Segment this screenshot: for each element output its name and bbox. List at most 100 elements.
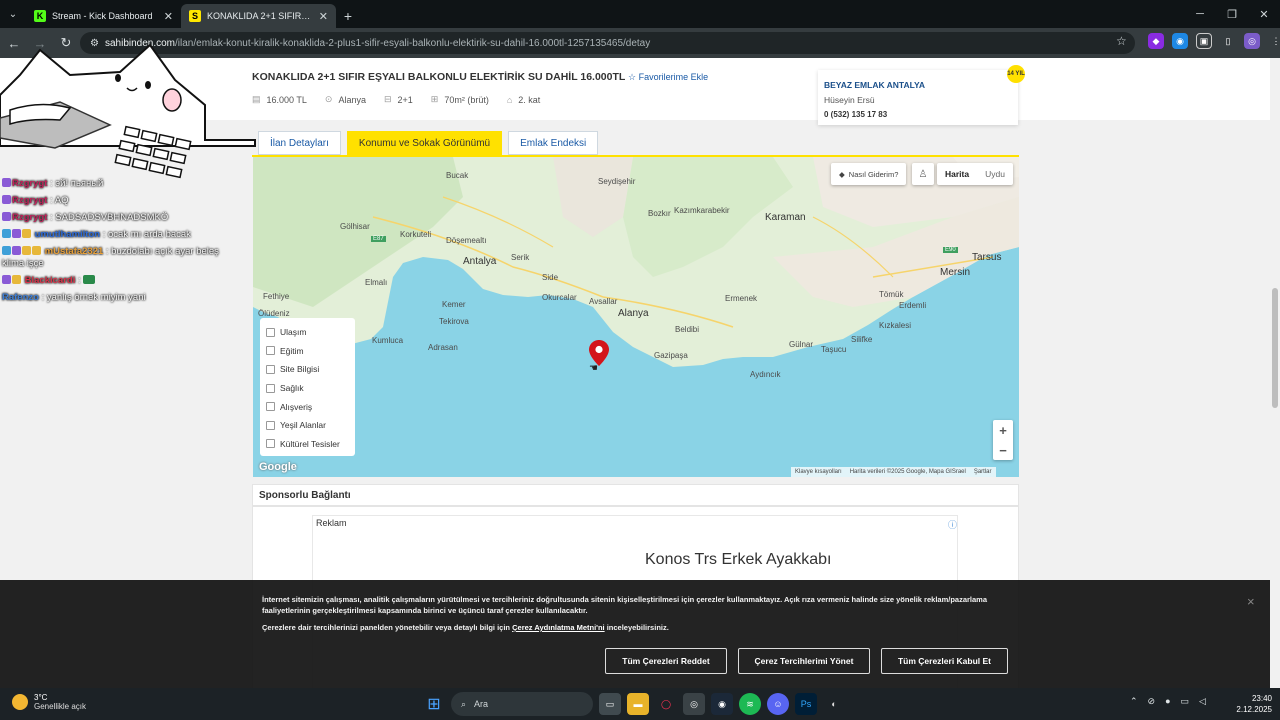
checkbox[interactable]	[266, 383, 275, 393]
taskbar-search[interactable]: ⌕ Ara	[451, 692, 593, 716]
road-label: E87	[371, 236, 386, 242]
weather-widget[interactable]: 3°C Genellikle açık	[12, 693, 86, 711]
windows-start-icon[interactable]: ⊞	[423, 693, 445, 715]
steam-icon[interactable]: ◉	[711, 693, 733, 715]
area-value: 70m² (brüt)	[444, 94, 489, 105]
close-tab-icon[interactable]: ✕	[164, 10, 173, 23]
poi-label: Ulaşım	[280, 327, 307, 338]
split-view-icon[interactable]: ▯	[1220, 33, 1236, 49]
spotify-icon[interactable]: ≋	[739, 693, 761, 715]
tab-search-icon[interactable]: ⌄	[0, 0, 26, 28]
browser-tabbar: ⌄ K Stream - Kick Dashboard ✕ S KONAKLID…	[0, 0, 1280, 28]
keyboard-shortcuts-link[interactable]: Klavye kısayolları	[795, 469, 842, 475]
checkbox[interactable]	[266, 364, 275, 374]
close-banner-icon[interactable]: ×	[1247, 594, 1255, 609]
poi-filter-culture[interactable]: Kültürel Tesisler	[266, 435, 349, 454]
obs-icon[interactable]: ◐	[823, 693, 845, 715]
agent-phone[interactable]: 0 (532) 135 17 83	[824, 110, 1012, 119]
taskbar-clock[interactable]: 23:40 2.12.2025	[1228, 693, 1272, 715]
close-tab-icon[interactable]: ✕	[319, 10, 328, 23]
checkbox[interactable]	[266, 420, 275, 430]
menu-dots-icon[interactable]: ⋮	[1268, 33, 1280, 49]
chat-text: : эй! пьяный	[50, 178, 104, 189]
chat-username: Rafenzo	[2, 292, 39, 303]
task-view-icon[interactable]: ▭	[599, 693, 621, 715]
tray-chevron-icon[interactable]: ⌃	[1130, 696, 1138, 707]
display-icon[interactable]: ▭	[1181, 696, 1190, 707]
cookie-policy-link[interactable]: Çerez Aydınlatma Metni'ni	[512, 623, 605, 632]
extension-icon[interactable]: ◉	[1172, 33, 1188, 49]
manage-cookies-button[interactable]: Çerez Tercihlerimi Yönet	[738, 648, 870, 674]
windows-taskbar: 3°C Genellikle açık ⊞ ⌕ Ara ▭ ▬ ◯ ◎ ◉ ≋ ☺…	[0, 688, 1280, 720]
floor-value: 2. kat	[518, 94, 541, 105]
extensions-puzzle-icon[interactable]: ▣	[1196, 33, 1212, 49]
minimize-icon[interactable]: ─	[1184, 0, 1216, 28]
poi-filter-transport[interactable]: Ulaşım	[266, 323, 349, 342]
opera-icon[interactable]: ◯	[655, 693, 677, 715]
scrollbar-thumb[interactable]	[1272, 288, 1278, 408]
ad-info-icon[interactable]: ⓘ	[948, 518, 957, 531]
checkbox[interactable]	[266, 439, 275, 449]
chat-message: mUstafa2321 : buzdolabı açık ayar beleş …	[2, 246, 242, 270]
kick-favicon-icon: K	[34, 10, 46, 22]
chat-badge-icon	[2, 246, 11, 255]
meta-floor: ⌂ 2. kat	[507, 94, 540, 105]
add-favorite-link[interactable]: ☆ Favorilerime Ekle	[628, 72, 708, 83]
map-type-roadmap[interactable]: Harita	[937, 169, 977, 179]
poi-filter-education[interactable]: Eğitim	[266, 342, 349, 361]
taskbar-apps: ⊞ ⌕ Ara ▭ ▬ ◯ ◎ ◉ ≋ ☺ Ps ◐	[423, 692, 845, 716]
tab-property-index[interactable]: Emlak Endeksi	[508, 131, 599, 155]
map-label: Gölhisar	[340, 222, 370, 231]
zoom-in-button[interactable]: +	[993, 420, 1013, 440]
network-icon[interactable]: ⊘	[1148, 696, 1156, 707]
street-view-button[interactable]: ♙	[912, 163, 934, 185]
volume-icon[interactable]: ◁	[1199, 696, 1206, 707]
chat-message: umutlhamilton : ocak mı arda bacak	[2, 229, 242, 241]
tab-kick-dashboard[interactable]: K Stream - Kick Dashboard ✕	[26, 4, 181, 28]
extension-icon[interactable]: ◆	[1148, 33, 1164, 49]
page-scrollbar[interactable]	[1270, 58, 1280, 688]
close-window-icon[interactable]: ✕	[1248, 0, 1280, 28]
cookie-text-2: Çerezlere dair tercihlerinizi panelden y…	[262, 623, 669, 632]
reject-all-cookies-button[interactable]: Tüm Çerezleri Reddet	[605, 648, 727, 674]
file-explorer-icon[interactable]: ▬	[627, 693, 649, 715]
checkbox[interactable]	[266, 402, 275, 412]
map-label: Kızkalesi	[879, 321, 912, 330]
tab-sahibinden-listing[interactable]: S KONAKLIDA 2+1 SIFIR EŞYALI BALKONLU EL…	[181, 4, 336, 28]
new-tab-button[interactable]: +	[336, 4, 360, 28]
tab-listing-details[interactable]: İlan Detayları	[258, 131, 341, 155]
window-controls: ─ ❐ ✕	[1184, 0, 1280, 28]
star-icon: ☆	[628, 72, 639, 82]
tab-location[interactable]: Konumu ve Sokak Görünümü	[346, 131, 503, 155]
map-view[interactable]: Bucak Seydişehir Bozkır Kazımkarabekir K…	[253, 157, 1019, 477]
accept-all-cookies-button[interactable]: Tüm Çerezleri Kabul Et	[881, 648, 1008, 674]
agent-office[interactable]: BEYAZ EMLAK ANTALYA	[824, 80, 1012, 90]
checkbox[interactable]	[266, 346, 275, 356]
chat-text: : AQ	[50, 195, 69, 206]
agent-name: Hüseyin Ersü	[824, 95, 875, 105]
map-type-satellite[interactable]: Uydu	[977, 169, 1013, 179]
ad-title[interactable]: Konos Trs Erkek Ayakkabı	[645, 551, 831, 569]
photoshop-icon[interactable]: Ps	[795, 693, 817, 715]
map-label: Silifke	[851, 335, 873, 344]
map-label: Avsallar	[589, 297, 618, 306]
chrome-icon[interactable]: ◎	[683, 693, 705, 715]
directions-button[interactable]: ◆ Nasıl Giderim?	[831, 163, 907, 185]
profile-avatar[interactable]: ◎	[1244, 33, 1260, 49]
restore-icon[interactable]: ❐	[1216, 0, 1248, 28]
poi-filter-site-info[interactable]: Site Bilgisi	[266, 360, 349, 379]
chat-badge-icon	[2, 275, 11, 284]
bookmark-star-icon[interactable]: ☆	[1116, 34, 1127, 48]
map-label: Adrasan	[428, 343, 458, 352]
discord-icon[interactable]: ☺	[767, 693, 789, 715]
microphone-icon[interactable]: ●	[1165, 696, 1170, 707]
chat-message: Rzgrygt : эй! пьяный	[2, 178, 242, 190]
poi-filter-health[interactable]: Sağlık	[266, 379, 349, 398]
checkbox[interactable]	[266, 327, 275, 337]
poi-filter-shopping[interactable]: Alışveriş	[266, 397, 349, 416]
zoom-out-button[interactable]: −	[993, 440, 1013, 460]
poi-label: Site Bilgisi	[280, 364, 320, 375]
directions-icon: ◆	[839, 169, 845, 179]
terms-link[interactable]: Şartlar	[974, 469, 992, 475]
poi-filter-green[interactable]: Yeşil Alanlar	[266, 416, 349, 435]
